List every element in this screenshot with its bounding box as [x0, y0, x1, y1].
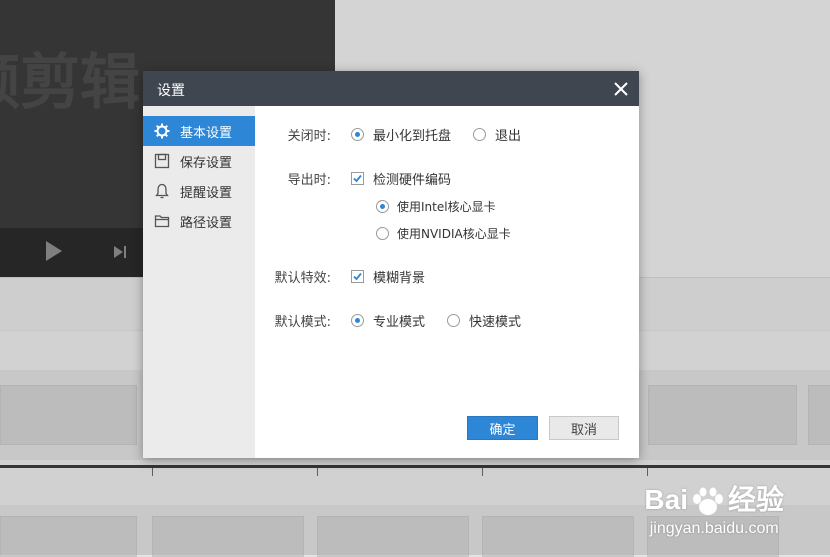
option-label: 专业模式	[373, 315, 426, 330]
sidebar-item-label: 保存设置	[180, 155, 233, 171]
export-label: 导出时:	[287, 173, 331, 188]
option-label: 检测硬件编码	[373, 173, 452, 188]
bell-icon	[154, 183, 170, 199]
check-icon	[353, 174, 362, 183]
settings-dialog: 设置 基本设置 保存设置 提醒设置 路径设置 关闭时: 最小化到托盘 退出 导出…	[143, 71, 639, 458]
option-label: 最小化到托盘	[373, 129, 452, 144]
watermark-brand-left: Bai	[644, 484, 688, 515]
settings-content: 关闭时: 最小化到托盘 退出 导出时: 检测硬件编码 使用Intel核心显卡 使…	[255, 106, 639, 458]
sidebar-item-path[interactable]: 路径设置	[143, 206, 255, 236]
watermark-brand: Bai 经验	[644, 478, 784, 518]
blur-bg-checkbox[interactable]: 模糊背景	[351, 267, 425, 286]
mode-fast-radio[interactable]: 快速模式	[447, 311, 521, 330]
option-label: 退出	[495, 129, 522, 144]
watermark-url: jingyan.baidu.com	[649, 520, 779, 537]
sidebar-item-reminder[interactable]: 提醒设置	[143, 176, 255, 206]
radio-selected	[351, 128, 364, 141]
radio-unselected	[447, 314, 460, 327]
radio-unselected	[376, 227, 389, 240]
gpu-intel-radio[interactable]: 使用Intel核心显卡	[376, 198, 496, 215]
paw-logo-icon	[690, 487, 726, 517]
ok-button[interactable]: 确定	[467, 416, 538, 440]
close-minimize-radio[interactable]: 最小化到托盘	[351, 125, 451, 144]
mode-pro-radio[interactable]: 专业模式	[351, 311, 425, 330]
option-label: 快速模式	[469, 315, 522, 330]
folder-icon	[154, 213, 170, 229]
save-icon	[154, 153, 170, 169]
gear-icon	[154, 123, 170, 139]
dialog-title: 设置	[157, 83, 185, 99]
dialog-header: 设置	[143, 71, 639, 106]
sidebar-item-label: 基本设置	[180, 125, 233, 141]
checkbox-checked	[351, 172, 364, 185]
option-label: 使用Intel核心显卡	[397, 200, 496, 214]
baidu-watermark: Bai 经验 jingyan.baidu.com	[644, 478, 784, 538]
option-label: 模糊背景	[373, 271, 426, 286]
close-exit-radio[interactable]: 退出	[473, 125, 521, 144]
gpu-nvidia-radio[interactable]: 使用NVIDIA核心显卡	[376, 225, 511, 242]
watermark-brand-right: 经验	[727, 484, 784, 515]
sidebar-item-basic[interactable]: 基本设置	[143, 116, 255, 146]
close-behavior-label: 关闭时:	[287, 129, 331, 144]
sidebar-item-save[interactable]: 保存设置	[143, 146, 255, 176]
option-label: 使用NVIDIA核心显卡	[397, 227, 511, 241]
sidebar-item-label: 路径设置	[180, 215, 233, 231]
radio-unselected	[473, 128, 486, 141]
sidebar-item-label: 提醒设置	[180, 185, 233, 201]
check-icon	[353, 272, 362, 281]
radio-selected	[351, 314, 364, 327]
settings-sidebar: 基本设置 保存设置 提醒设置 路径设置	[143, 106, 255, 458]
default-effect-label: 默认特效:	[274, 271, 331, 286]
detect-hw-checkbox[interactable]: 检测硬件编码	[351, 169, 451, 188]
cancel-button[interactable]: 取消	[549, 416, 619, 440]
radio-selected	[376, 200, 389, 213]
checkbox-checked	[351, 270, 364, 283]
close-icon[interactable]	[613, 81, 629, 97]
default-mode-label: 默认模式:	[274, 315, 331, 330]
